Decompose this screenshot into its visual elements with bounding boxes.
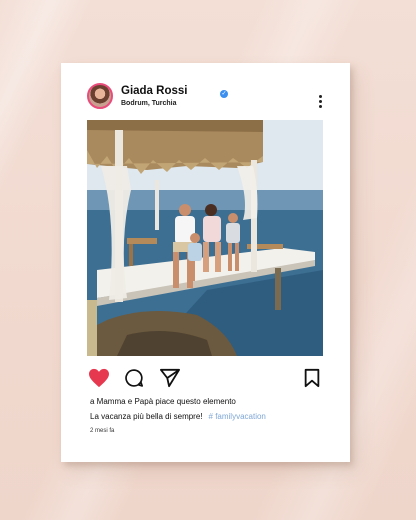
- post-actions: [87, 368, 325, 390]
- verified-badge-icon: ✓: [220, 90, 228, 98]
- post-header: Giada Rossi ✓ Bodrum, Turchia: [87, 83, 327, 113]
- caption-text: La vacanza più bella di sempre!: [90, 412, 203, 421]
- post-print-frame: Giada Rossi ✓ Bodrum, Turchia a Mamma e …: [61, 63, 350, 462]
- username[interactable]: Giada Rossi: [121, 85, 187, 97]
- more-vertical-icon[interactable]: [317, 95, 323, 111]
- post-photo: [87, 120, 323, 356]
- location[interactable]: Bodrum, Turchia: [121, 100, 176, 107]
- bookmark-icon[interactable]: [303, 368, 321, 388]
- caption: La vacanza più bella di sempre! # familyv…: [90, 412, 266, 421]
- avatar[interactable]: [87, 83, 113, 109]
- heart-icon[interactable]: [88, 368, 110, 388]
- likes-text[interactable]: a Mamma e Papà piace questo elemento: [90, 397, 236, 406]
- post-timestamp: 2 mesi fa: [90, 428, 115, 434]
- comment-icon[interactable]: [124, 368, 144, 388]
- send-icon[interactable]: [159, 368, 181, 388]
- hashtag-link[interactable]: # familyvacation: [209, 412, 266, 421]
